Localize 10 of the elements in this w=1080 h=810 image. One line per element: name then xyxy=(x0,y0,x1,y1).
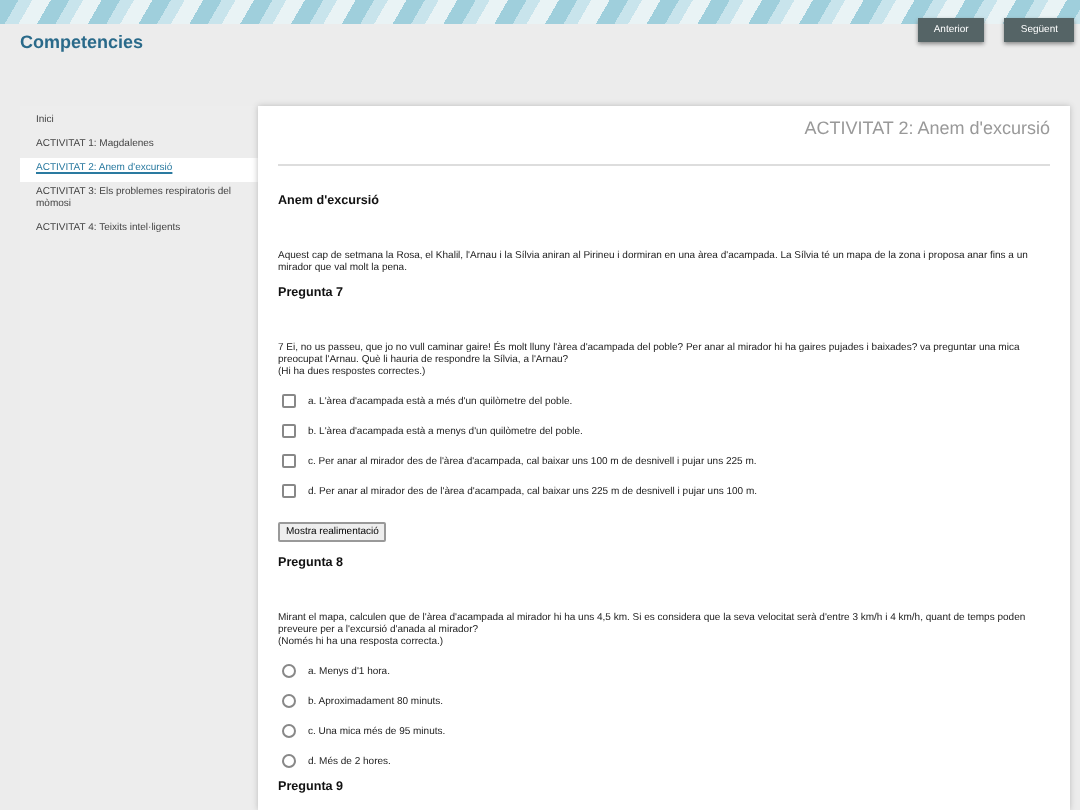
radio-button[interactable] xyxy=(282,664,296,678)
checkbox[interactable] xyxy=(282,484,296,498)
checkbox[interactable] xyxy=(282,454,296,468)
checkbox[interactable] xyxy=(282,394,296,408)
radio-button[interactable] xyxy=(282,694,296,708)
checkbox[interactable] xyxy=(282,424,296,438)
radio-button[interactable] xyxy=(282,754,296,768)
radio-button[interactable] xyxy=(282,724,296,738)
page-title: ACTIVITAT 2: Anem d'excursió xyxy=(278,118,1050,166)
site-title: Competencies xyxy=(20,32,144,52)
